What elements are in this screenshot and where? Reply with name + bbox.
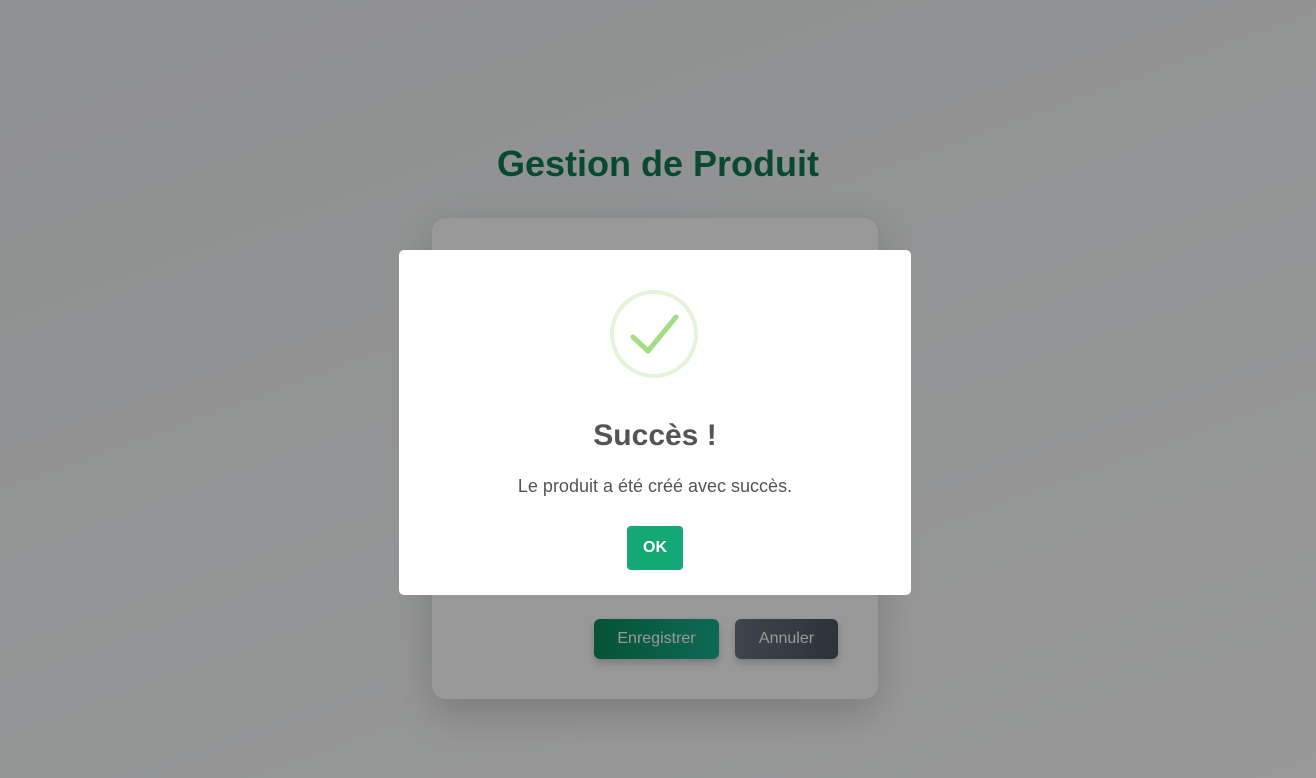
check-circle-icon [610, 290, 698, 378]
success-dialog: Succès ! Le produit a été créé avec succ… [399, 250, 911, 595]
dialog-message: Le produit a été créé avec succès. [517, 476, 793, 496]
ok-button[interactable]: OK [627, 526, 683, 570]
dialog-title: Succès ! [593, 419, 717, 452]
